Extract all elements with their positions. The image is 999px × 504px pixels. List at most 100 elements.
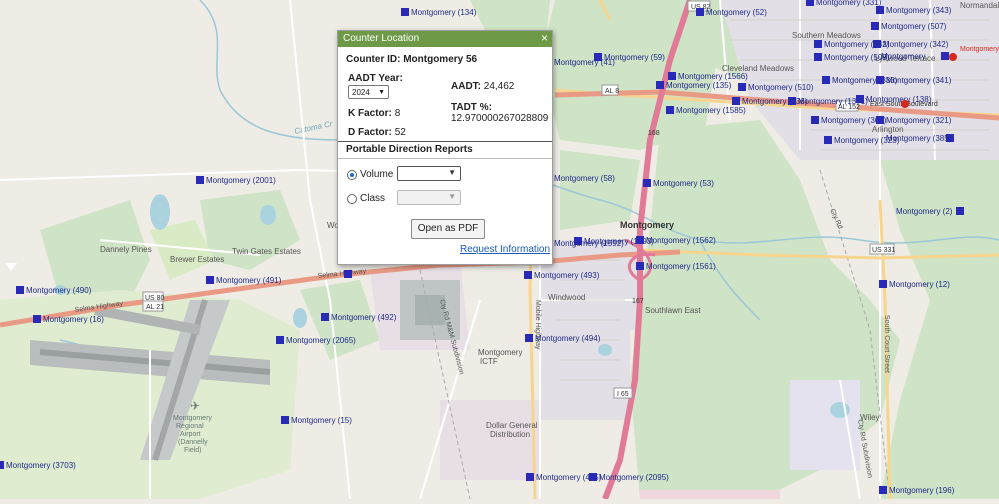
counter-label: Montgomery (15) [291,416,352,425]
counter-marker[interactable] [524,271,532,279]
popup-title: Counter Location [343,33,420,44]
svg-text:Normandale: Normandale [960,1,999,10]
class-select[interactable]: ▼ [397,190,461,205]
aadt-year-label: AADT Year: [348,73,403,84]
svg-text:I 65: I 65 [617,391,629,398]
counter-marker[interactable] [589,473,597,481]
svg-text:Dannely Pines: Dannely Pines [100,245,152,254]
svg-text:US 331: US 331 [872,247,895,254]
counter-marker[interactable] [666,106,674,114]
counter-marker[interactable] [732,97,740,105]
volume-select[interactable]: ▼ [397,166,461,181]
aadt-value: 24,462 [483,81,515,92]
svg-text:Southlawn East: Southlawn East [645,306,701,315]
counter-marker[interactable] [33,315,41,323]
counter-label: Montgomery (2095) [599,473,669,482]
counter-label: Montgomery (341) [886,76,952,85]
counter-label: Montgomery (134) [411,8,477,17]
counter-label: Montgomery (196) [889,486,955,495]
svg-text:168: 168 [648,130,660,137]
counter-marker[interactable] [636,236,644,244]
svg-text:Airport: Airport [180,431,201,438]
chevron-down-icon: ▼ [448,168,456,177]
counter-label: Montgomery (494) [535,334,601,343]
counter-marker[interactable] [196,176,204,184]
counter-marker[interactable] [206,276,214,284]
counter-label: Montgomery (1592) [554,239,624,248]
svg-text:AL 21: AL 21 [146,304,164,311]
tadt-value: 12.970000267028809 [451,113,549,124]
airport-label: Montgomery [173,415,212,422]
counter-marker[interactable] [656,81,664,89]
counter-marker[interactable] [526,473,534,481]
close-icon[interactable]: × [541,31,548,46]
counter-marker[interactable] [0,461,4,469]
counter-marker[interactable] [276,336,284,344]
aadt-field: AADT: 24,462 [451,81,514,92]
counter-marker[interactable] [824,136,832,144]
svg-text:Twin Gates Estates: Twin Gates Estates [232,247,301,256]
counter-label: Montgomery (510) [748,83,814,92]
counter-label: Montgomery (385) [886,134,952,143]
svg-text:167: 167 [632,298,644,305]
svg-text:ICTF: ICTF [480,357,498,366]
tadt-label: TADT %: [451,102,492,113]
counter-label: Montgomery (1561) [646,262,716,271]
counter-label: Montgomery (1585) [676,106,746,115]
tadt-field: TADT %: [451,102,492,113]
counter-label: Montgomery (1562) [646,236,716,245]
volume-radio[interactable] [347,170,357,180]
counter-marker[interactable] [281,416,289,424]
counter-label: Montgomery (41) [554,58,615,67]
svg-text:Windwood: Windwood [548,293,585,302]
chevron-down-icon: ▼ [378,89,385,96]
svg-text:Regional: Regional [176,423,204,430]
counter-marker[interactable] [806,0,814,6]
counter-marker[interactable] [856,95,864,103]
counter-marker[interactable] [879,486,887,494]
class-radio[interactable] [347,194,357,204]
k-factor-field: K Factor: 8 [348,108,400,119]
counter-marker[interactable] [876,76,884,84]
counter-label: Montgomery (53) [653,179,714,188]
counter-marker[interactable] [879,280,887,288]
counter-marker[interactable] [668,72,676,80]
counter-marker[interactable] [822,76,830,84]
counter-marker[interactable] [16,286,24,294]
counter-marker[interactable] [696,8,704,16]
counter-marker[interactable] [321,313,329,321]
counter-label: Montgomery (2001) [206,176,276,185]
svg-text:Brewer Estates: Brewer Estates [170,255,224,264]
svg-text:Distribution: Distribution [490,430,530,439]
counter-marker[interactable] [643,179,651,187]
counter-marker[interactable] [871,22,879,30]
counter-marker[interactable] [941,52,949,60]
counter-label: Montgomery (331) [816,0,882,7]
k-factor-value: 8 [394,108,401,119]
counter-label: Montgomery (509) [824,53,890,62]
volume-label: Volume [360,169,394,180]
counter-label: Montgomery (16) [43,315,104,324]
counter-marker[interactable] [814,53,822,61]
counter-marker[interactable] [525,334,533,342]
counter-marker[interactable] [811,116,819,124]
counter-label: Montgomery (490) [26,286,92,295]
popup-pointer [5,263,17,271]
counter-marker[interactable] [876,6,884,14]
counter-label: Montgomery (2) [896,207,953,216]
counter-marker[interactable] [876,116,884,124]
selected-counter-marker[interactable] [344,270,352,278]
request-information-link[interactable]: Request Information [460,244,550,255]
counter-marker[interactable] [814,40,822,48]
counter-marker[interactable] [956,207,964,215]
counter-label: Montgomery (136) [742,97,808,106]
counter-label: Montgomery (343) [886,6,952,15]
counter-label: Montgomery (507) [881,22,947,31]
svg-text:Montgomery: Montgomery [478,348,522,357]
counter-marker[interactable] [636,262,644,270]
counter-label: Montgomery (321) [886,116,952,125]
aadt-year-select[interactable]: 2024 ▼ [348,85,389,99]
counter-marker[interactable] [738,83,746,91]
open-pdf-button[interactable]: Open as PDF [411,219,485,239]
counter-marker[interactable] [401,8,409,16]
